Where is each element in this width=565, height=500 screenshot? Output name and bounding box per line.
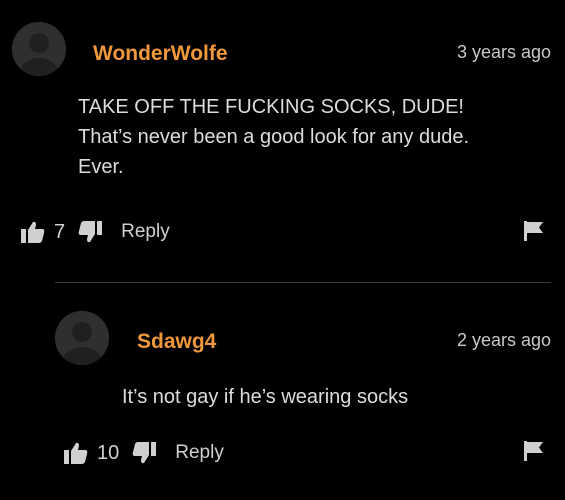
username[interactable]: WonderWolfe: [93, 42, 228, 66]
comment-body-line: TAKE OFF THE FUCKING SOCKS, DUDE!: [78, 96, 464, 118]
username[interactable]: Sdawg4: [137, 330, 216, 354]
comment-body: TAKE OFF THE FUCKING SOCKS, DUDE! That’s…: [78, 92, 469, 182]
comment-body-line: Ever.: [78, 156, 124, 178]
thumbs-up-icon[interactable]: [20, 220, 46, 244]
divider: [55, 282, 551, 283]
reply-button[interactable]: Reply: [175, 442, 224, 464]
comment-body-line: That’s never been a good look for any du…: [78, 126, 470, 148]
timestamp: 3 years ago: [456, 42, 551, 62]
comment-body-line: It’s not gay if he’s wearing socks: [122, 386, 409, 408]
like-count: 7: [54, 220, 66, 243]
thumbs-down-icon[interactable]: [131, 441, 157, 465]
avatar[interactable]: [55, 311, 109, 365]
timestamp: 2 years ago: [456, 330, 551, 350]
like-count: 10: [97, 441, 120, 464]
reply-button[interactable]: Reply: [121, 221, 170, 243]
thumbs-down-icon[interactable]: [77, 220, 103, 244]
flag-icon[interactable]: [523, 220, 545, 242]
avatar[interactable]: [12, 22, 66, 76]
thumbs-up-icon[interactable]: [63, 441, 89, 465]
comment-actions: 10 Reply: [63, 439, 224, 467]
avatar-silhouette-icon: [55, 311, 109, 365]
flag-icon[interactable]: [523, 440, 545, 462]
avatar-silhouette-icon: [12, 22, 66, 76]
comment-actions: 7 Reply: [20, 218, 170, 246]
comment-body: It’s not gay if he’s wearing socks: [122, 382, 408, 412]
